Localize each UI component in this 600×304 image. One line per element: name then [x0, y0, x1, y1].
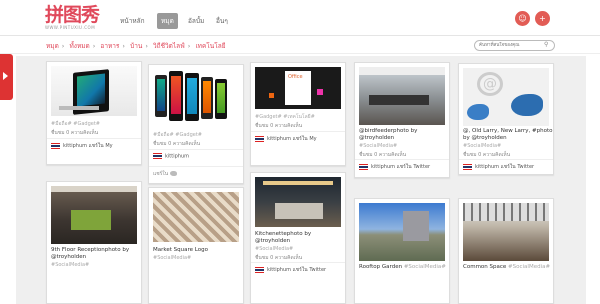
crumb-tech[interactable]: เทคโนโลยี — [195, 42, 225, 50]
pin-card[interactable]: Common Space #SocialMedia# — [458, 198, 554, 304]
pin-tags: #Gadget# #เทคโนโลยี# — [255, 114, 315, 120]
pin-image[interactable] — [463, 203, 549, 261]
sub-bar: หมุด › ทั้งหมด › อาหาร › บ้าน › วิถีชีวิตไลฟ… — [0, 37, 600, 54]
flag-icon — [51, 142, 60, 149]
crumb-pins[interactable]: หมุด — [46, 42, 59, 50]
pin-card[interactable]: @ @, Old Larry, New Larry, #photo by @tr… — [458, 63, 554, 175]
flag-icon — [153, 153, 162, 159]
pin-image[interactable] — [153, 192, 239, 242]
nav-more[interactable]: อื่นๆ — [212, 13, 232, 29]
pin-tags: #SocialMedia# — [463, 143, 502, 149]
pin-card[interactable]: Office #Gadget# #เทคโนโลยี# ชื่นชม 0 ควา… — [250, 62, 346, 166]
pin-caption: @, Old Larry, New Larry, #photo — [463, 128, 553, 134]
pin-image[interactable] — [359, 203, 445, 261]
flag-icon — [359, 163, 368, 170]
add-user-icon[interactable]: + — [535, 11, 550, 26]
pin-image[interactable] — [255, 177, 341, 227]
pin-image[interactable] — [51, 186, 137, 244]
pin-caption: 9th Floor Receptionphoto by — [51, 247, 130, 253]
pin-share: แชร์ใน — [153, 170, 178, 181]
pin-stats: ชื่นชม 0 ความคิดเห็น — [359, 152, 407, 158]
pin-board: #มือถือ# #Gadget# ชื่นชม 0 ความคิดเห็น k… — [16, 56, 586, 304]
twitter-icon[interactable] — [170, 171, 178, 176]
crumb-home[interactable]: บ้าน — [130, 42, 142, 50]
pin-stats: ชื่นชม 0 ความคิดเห็น — [255, 123, 303, 129]
pin-card[interactable]: @birdfeederphoto by @troyholden #SocialM… — [354, 62, 450, 178]
crumb-lifestyle[interactable]: วิถีชีวิตไลฟ์ — [153, 42, 185, 50]
search-icon[interactable]: ⚲ — [544, 41, 548, 48]
pin-image[interactable] — [359, 67, 445, 125]
pin-footer: kittiphum แชร์ใน Twitter — [463, 163, 534, 174]
pin-image[interactable]: @ — [463, 68, 549, 126]
flag-icon — [255, 266, 264, 273]
crumb-all[interactable]: ทั้งหมด — [69, 42, 89, 50]
pin-caption-2: by @troyholden — [463, 135, 507, 141]
logo-mark: 拼图秀 — [45, 4, 100, 26]
pin-stats: ชื่นชม 0 ความคิดเห็น — [153, 141, 201, 147]
header: 拼图秀 WWW.PINTUXIU.COM หน้าหลัก หมุด อัลบั… — [0, 0, 600, 36]
pin-footer: kittiphum แชร์ใน My — [255, 135, 317, 146]
flag-icon — [463, 163, 472, 170]
pin-caption: Market Square Logo — [153, 247, 208, 253]
nav-albums[interactable]: อัลบั้ม — [184, 13, 208, 29]
pin-caption: @birdfeederphoto by — [359, 128, 418, 134]
pin-caption: Common Space #SocialMedia# — [463, 264, 551, 270]
user-icon[interactable]: ☺ — [515, 11, 530, 26]
pin-footer: kittiphum — [153, 153, 189, 164]
pin-tags: #มือถือ# #Gadget# — [153, 132, 202, 138]
nav-home[interactable]: หน้าหลัก — [116, 13, 149, 29]
pin-card[interactable]: Rooftop Garden #SocialMedia# — [354, 198, 450, 304]
pin-caption: Rooftop Garden #SocialMedia# — [359, 264, 446, 270]
pin-tags: #มือถือ# #Gadget# — [51, 121, 100, 127]
pin-card[interactable]: 9th Floor Receptionphoto by @troyholden … — [46, 181, 142, 304]
crumb-food[interactable]: อาหาร — [100, 42, 119, 50]
pin-tags: #SocialMedia# — [51, 262, 90, 268]
office-label: Office — [288, 74, 303, 80]
nav-pins[interactable]: หมุด — [157, 13, 178, 29]
pin-caption: Kitchenettephoto by — [255, 231, 312, 237]
side-tab[interactable] — [0, 54, 13, 100]
pin-caption-2: @troyholden — [255, 238, 291, 244]
pin-tags: #SocialMedia# — [255, 246, 294, 252]
pin-stats: ชื่นชม 0 ความคิดเห็น — [463, 152, 511, 158]
pin-card[interactable]: #มือถือ# #Gadget# ชื่นชม 0 ความคิดเห็น k… — [46, 61, 142, 165]
pin-image[interactable] — [51, 66, 137, 116]
pin-card[interactable]: Kitchenettephoto by @troyholden #SocialM… — [250, 172, 346, 304]
pin-caption-2: @troyholden — [359, 135, 395, 141]
pin-image[interactable] — [153, 69, 239, 127]
site-logo[interactable]: 拼图秀 WWW.PINTUXIU.COM — [45, 5, 107, 31]
pin-footer: kittiphum แชร์ใน Twitter — [255, 266, 326, 277]
pin-footer: kittiphum แชร์ใน My — [51, 142, 113, 153]
pin-footer: kittiphum แชร์ใน Twitter — [359, 163, 430, 174]
search-input[interactable] — [474, 40, 555, 51]
pin-tags: #SocialMedia# — [359, 143, 398, 149]
pin-stats: ชื่นชม 0 ความคิดเห็น — [51, 130, 99, 136]
pin-card[interactable]: Market Square Logo #SocialMedia# — [148, 187, 244, 304]
flag-icon — [255, 135, 264, 142]
pin-stats: ชื่นชม 0 ความคิดเห็น — [255, 255, 303, 261]
pin-card[interactable]: #มือถือ# #Gadget# ชื่นชม 0 ความคิดเห็น k… — [148, 64, 244, 184]
pin-tags: #SocialMedia# — [153, 255, 192, 261]
breadcrumb: หมุด › ทั้งหมด › อาหาร › บ้าน › วิถีชีวิตไลฟ… — [46, 42, 226, 50]
at-sign-icon: @ — [477, 72, 503, 96]
pin-caption-2: @troyholden — [51, 254, 87, 260]
pin-image[interactable]: Office — [255, 67, 341, 109]
